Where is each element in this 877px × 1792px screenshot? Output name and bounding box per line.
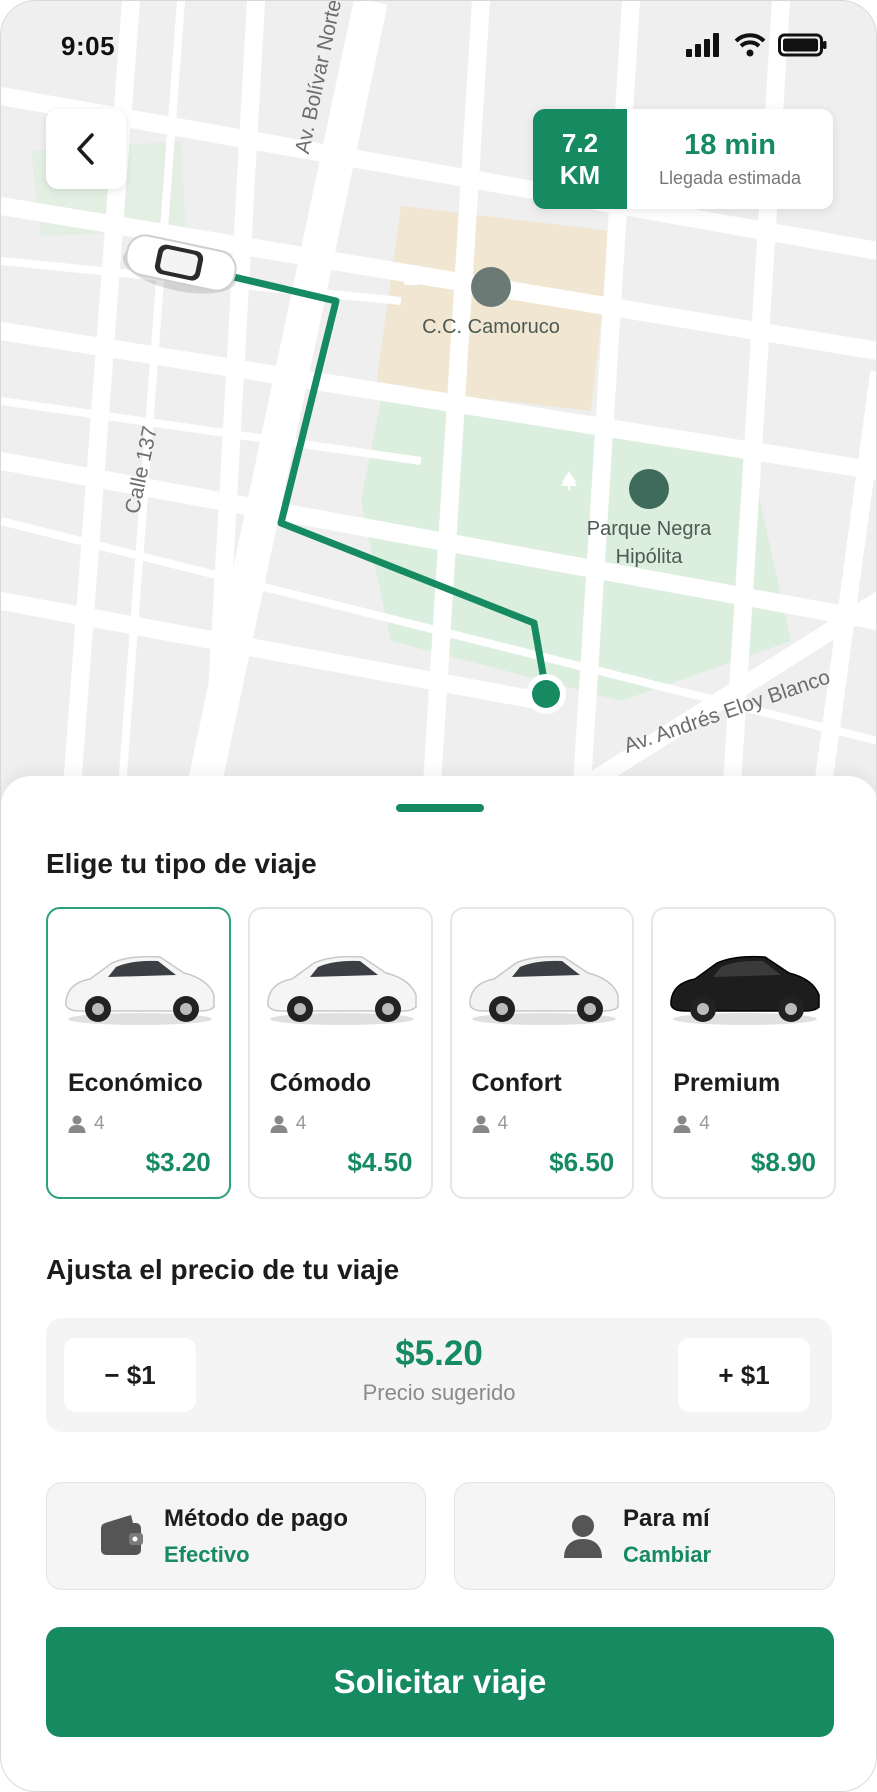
status-bar: 9:05 <box>1 1 876 91</box>
wifi-icon <box>734 33 766 57</box>
poi-park[interactable]: Parque Negra Hipólita <box>559 469 739 571</box>
poi-mall-label: C.C. Camoruco <box>422 316 560 338</box>
arrival-estimate: 18 min Llegada estimada <box>627 109 833 209</box>
person-icon <box>270 1115 288 1133</box>
seat-count: 4 <box>295 1113 307 1134</box>
seat-count: 4 <box>497 1113 509 1134</box>
back-button[interactable] <box>46 109 126 189</box>
chevron-left-icon <box>77 133 94 165</box>
trip-type-name: Confort <box>471 1069 562 1097</box>
sheet-drag-handle[interactable] <box>396 804 484 812</box>
price-adjust-title: Ajusta el precio de tu viaje <box>46 1254 400 1285</box>
car-image <box>65 955 215 1025</box>
status-time: 9:05 <box>61 31 116 61</box>
price-adjuster: − $1 $5.20 Precio sugerido + $1 <box>46 1318 832 1432</box>
trip-type-seats: 4 <box>270 1113 307 1135</box>
distance-badge: 7.2 KM <box>533 109 627 209</box>
payment-method-card[interactable]: Método de pago Efectivo <box>46 1482 426 1590</box>
trip-type-name: Económico <box>68 1069 203 1097</box>
phone-screen: Av. Bolívar Norte Calle 137 Av. Andrés E… <box>0 0 877 1792</box>
trip-type-seats: 4 <box>472 1113 509 1135</box>
trip-type-title: Elige tu tipo de viaje <box>46 848 317 879</box>
rider-card[interactable]: Para mí Cambiar <box>454 1482 835 1590</box>
car-image <box>267 955 417 1025</box>
rider-title: Para mí <box>623 1505 710 1532</box>
trip-type-price: $8.90 <box>750 1147 816 1177</box>
arrival-label: Llegada estimada <box>658 168 802 188</box>
trip-type-name: Premium <box>673 1069 781 1097</box>
request-ride-button[interactable]: Solicitar viaje <box>46 1627 834 1737</box>
trip-type-card[interactable]: Económico 4 $3.20 <box>46 907 231 1199</box>
distance-value: 7.2 <box>561 128 599 158</box>
eta-card: 7.2 KM 18 min Llegada estimada <box>533 109 833 209</box>
wallet-icon <box>101 1515 143 1555</box>
signal-icon <box>686 33 719 57</box>
trip-type-card[interactable]: Premium 4 $8.90 <box>651 907 836 1199</box>
status-icons <box>686 33 828 57</box>
distance-unit: KM <box>559 160 601 190</box>
trip-type-seats: 4 <box>68 1113 105 1135</box>
car-image <box>468 955 619 1025</box>
poi-park-label-line1: Parque Negra <box>586 518 712 540</box>
seat-count: 4 <box>94 1113 105 1134</box>
trip-type-list: Económico 4 $3.20 Cómodo 4 $4.50 Confort 4 $6.50… <box>46 907 836 1199</box>
trip-type-name: Cómodo <box>269 1069 372 1097</box>
shopping-bag-icon <box>404 267 511 307</box>
trip-type-price: $4.50 <box>347 1147 413 1177</box>
trip-type-seats: 4 <box>673 1113 710 1135</box>
car-image <box>670 955 820 1025</box>
poi-mall[interactable]: C.C. Camoruco <box>401 267 581 341</box>
battery-icon <box>778 33 827 57</box>
destination-marker <box>532 680 560 708</box>
seat-count: 4 <box>699 1113 710 1134</box>
tree-icon <box>561 469 669 509</box>
payment-method-title: Método de pago <box>164 1505 348 1532</box>
arrival-time: 18 min <box>684 129 776 161</box>
trip-type-card[interactable]: Cómodo 4 $4.50 <box>247 907 433 1199</box>
trip-type-price: $3.20 <box>145 1147 211 1177</box>
payment-method-value: Efectivo <box>164 1542 250 1567</box>
trip-type-card[interactable]: Confort 4 $6.50 <box>449 907 635 1199</box>
poi-park-label-line2: Hipólita <box>615 546 683 568</box>
trip-options-sheet: Elige tu tipo de viaje Económico 4 $3.20 Có… <box>1 776 876 1791</box>
person-icon <box>68 1115 86 1133</box>
trip-type-price: $6.50 <box>549 1147 615 1177</box>
person-icon <box>564 1515 602 1558</box>
change-rider-link[interactable]: Cambiar <box>623 1542 711 1568</box>
person-icon <box>673 1115 691 1133</box>
person-icon <box>472 1115 489 1133</box>
increase-price-button[interactable]: + $1 <box>678 1338 810 1412</box>
